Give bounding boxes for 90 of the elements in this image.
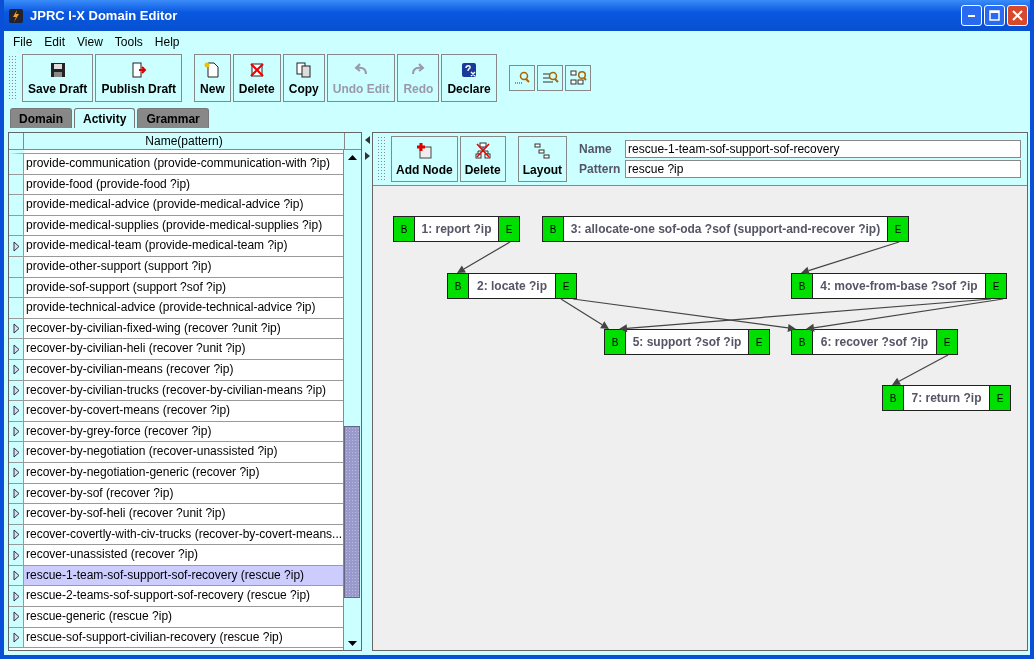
pattern-label: Pattern	[579, 162, 622, 176]
delete-node-icon	[473, 141, 492, 160]
expand-triangle-icon[interactable]	[12, 487, 20, 499]
expand-triangle-icon[interactable]	[12, 467, 20, 479]
end-port[interactable]: E	[985, 274, 1006, 298]
toolbar-button[interactable]: Copy	[282, 54, 325, 102]
menu-item[interactable]: Edit	[39, 34, 73, 49]
expand-triangle-icon[interactable]	[12, 570, 20, 582]
activity-node[interactable]: B 1: report ?ip E	[393, 216, 520, 242]
column-header[interactable]: Name(pattern)	[24, 133, 345, 149]
expand-triangle-icon[interactable]	[12, 611, 20, 623]
end-port[interactable]: E	[887, 217, 908, 241]
end-port[interactable]: E	[936, 330, 957, 354]
vertical-scrollbar[interactable]	[343, 150, 360, 650]
maximize-icon	[989, 10, 1000, 21]
expand-triangle-icon[interactable]	[12, 508, 20, 520]
activity-node[interactable]: B 7: return ?ip E	[882, 385, 1011, 411]
maximize-button[interactable]	[984, 5, 1005, 26]
question-x-icon	[460, 60, 479, 79]
begin-port[interactable]: B	[448, 274, 469, 298]
expand-triangle-icon[interactable]	[12, 343, 20, 355]
expand-triangle-icon[interactable]	[12, 323, 20, 335]
editor-button[interactable]: Layout	[517, 136, 568, 182]
delete-icon	[247, 60, 266, 79]
collapse-left-icon[interactable]	[364, 136, 370, 144]
pattern-field[interactable]: rescue ?ip	[625, 160, 1021, 178]
app-icon	[8, 7, 24, 24]
expand-triangle-icon[interactable]	[12, 631, 20, 643]
tab[interactable]: Grammar	[137, 108, 209, 128]
expand-triangle-icon[interactable]	[12, 446, 20, 458]
activity-node[interactable]: B 2: locate ?ip E	[447, 273, 577, 299]
menu-item[interactable]: File	[8, 34, 40, 49]
toolbar-button[interactable]: New	[194, 54, 231, 102]
begin-port[interactable]: B	[883, 386, 904, 410]
minimize-button[interactable]	[961, 5, 982, 26]
find-text-button[interactable]	[536, 65, 563, 91]
minimize-icon	[968, 14, 975, 17]
new-document-icon	[203, 60, 222, 79]
collapse-right-icon[interactable]	[364, 152, 370, 160]
window-title: JPRC I-X Domain Editor	[30, 8, 179, 23]
begin-port[interactable]: B	[792, 274, 813, 298]
name-label: Name	[579, 142, 613, 156]
expand-triangle-icon[interactable]	[12, 240, 20, 252]
graph-magnifier-icon	[568, 69, 587, 87]
ordering-arrow	[457, 241, 511, 273]
add-node-icon	[415, 141, 434, 160]
expand-triangle-icon[interactable]	[12, 405, 20, 417]
menu-item[interactable]: Tools	[109, 34, 150, 49]
expand-triangle-icon[interactable]	[12, 364, 20, 376]
tab[interactable]: Domain	[10, 108, 72, 128]
copy-icon	[294, 60, 313, 79]
scroll-up-icon	[347, 154, 357, 160]
magnifier-icon	[512, 69, 531, 87]
toolbar-button[interactable]: Save Draft	[22, 54, 94, 102]
activity-node[interactable]: B 4: move-from-base ?sof ?ip E	[791, 273, 1007, 299]
end-port[interactable]: E	[555, 274, 576, 298]
scroll-thumb[interactable]	[344, 426, 360, 598]
begin-port[interactable]: B	[394, 217, 415, 241]
activity-node[interactable]: B 3: allocate-one sof-oda ?sof (support-and-recover ?ip) E	[542, 216, 909, 242]
toolbar-button[interactable]: Publish Draft	[95, 54, 183, 102]
layout-icon	[533, 141, 552, 160]
editor-button[interactable]: Add Node	[391, 136, 458, 182]
editor-button[interactable]: Delete	[459, 136, 506, 182]
end-port[interactable]: E	[498, 217, 519, 241]
expand-triangle-icon[interactable]	[12, 529, 20, 540]
document-arrow-icon	[129, 60, 148, 79]
begin-port[interactable]: B	[792, 330, 813, 354]
end-port[interactable]: E	[989, 386, 1010, 410]
begin-port[interactable]: B	[543, 217, 564, 241]
name-field[interactable]: rescue-1-team-sof-support-sof-recovery	[625, 140, 1021, 158]
activity-node[interactable]: B 5: support ?sof ?ip E	[604, 329, 770, 355]
menu-item[interactable]: View	[72, 34, 110, 49]
find-button[interactable]	[508, 65, 535, 91]
toolbar-button[interactable]: Declare	[441, 54, 497, 102]
menu-item[interactable]: Help	[149, 34, 187, 49]
close-icon	[1012, 10, 1023, 21]
end-port[interactable]: E	[748, 330, 769, 354]
expand-triangle-icon[interactable]	[12, 384, 20, 396]
table-row[interactable]: rescue-1-team-sof-support-sof-recovery (rescue ?ip)	[24, 565, 343, 586]
ordering-arrow	[892, 354, 949, 385]
activity-node[interactable]: B 6: recover ?sof ?ip E	[791, 329, 958, 355]
toolbar-button[interactable]: Delete	[232, 54, 281, 102]
tab[interactable]: Activity	[74, 108, 136, 128]
expand-triangle-icon[interactable]	[12, 549, 20, 561]
find-graph-button[interactable]	[564, 65, 591, 91]
scroll-down-icon	[347, 640, 357, 646]
expand-triangle-icon[interactable]	[12, 426, 20, 437]
expand-triangle-icon[interactable]	[12, 590, 20, 602]
close-button[interactable]	[1007, 5, 1028, 26]
begin-port[interactable]: B	[605, 330, 626, 354]
